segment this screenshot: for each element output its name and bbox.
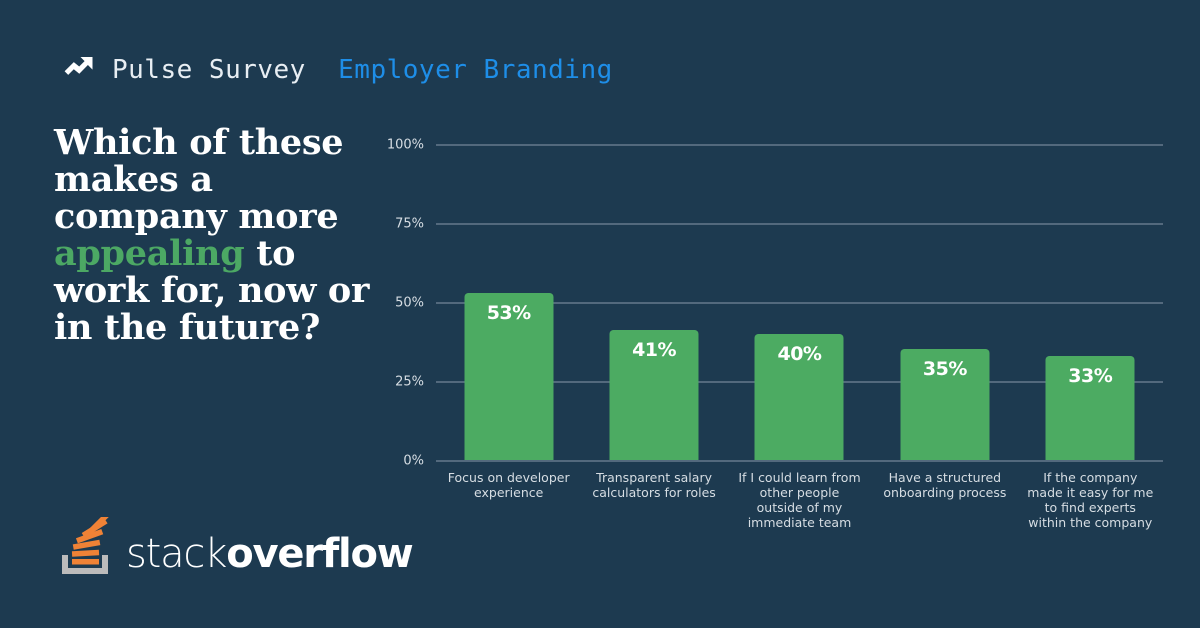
headline-highlight: appealing <box>54 233 245 274</box>
bar-chart: 100% 75% 50% 25% 0% 53% Focus on develope… <box>384 130 1174 550</box>
headline: Which of these makes a company more appe… <box>54 124 384 346</box>
y-axis-tick-25: 25% <box>395 374 424 390</box>
header-title-accent: Employer Branding <box>338 55 613 85</box>
bar-slot: 33% If the company made it easy for me to… <box>1018 144 1163 530</box>
x-axis-category-label: If the company made it easy for me to fi… <box>1027 470 1154 530</box>
bar-slot: 53% Focus on developer experience <box>436 144 581 500</box>
x-axis-category-label: Have a structured onboarding process <box>883 470 1007 500</box>
stack-overflow-logo: stackoverflow <box>58 515 414 577</box>
header-title: Pulse Survey Employer Branding <box>112 55 613 85</box>
stack-overflow-logo-mark <box>62 517 113 574</box>
plot-area: 100% 75% 50% 25% 0% 53% Focus on develope… <box>387 138 1163 530</box>
y-axis-tick-0: 0% <box>403 453 424 469</box>
bar[interactable]: 53% <box>464 292 554 460</box>
bar-slot: 40% If I could learn from other people ou… <box>727 144 872 530</box>
y-axis-tick-100: 100% <box>386 137 424 153</box>
bar-slot: 35% Have a structured onboarding process <box>872 144 1017 500</box>
y-axis-tick-50: 50% <box>395 295 424 311</box>
x-axis-category-label: Transparent salary calculators for roles <box>592 470 716 500</box>
bar-slot: 41% Transparent salary calculators for ro… <box>581 144 726 500</box>
bar[interactable]: 35% <box>900 349 990 460</box>
trending-up-icon <box>64 57 93 75</box>
bar[interactable]: 33% <box>1045 355 1135 460</box>
logo-text-stack: stack <box>126 531 227 577</box>
bar-value-label: 33% <box>1068 364 1113 387</box>
bar-value-label: 40% <box>777 342 822 365</box>
y-axis-tick-75: 75% <box>395 216 424 232</box>
bar-value-label: 53% <box>486 301 531 324</box>
header: Pulse Survey Employer Branding <box>62 50 613 90</box>
bar[interactable]: 40% <box>754 333 844 460</box>
stack-overflow-logo-text: stackoverflow <box>126 531 414 577</box>
gridline-0: 0% <box>403 454 1163 469</box>
header-title-main: Pulse Survey <box>112 55 306 85</box>
bars-container: 53% Focus on developer experience 41% Trans… <box>436 144 1163 530</box>
bar-value-label: 41% <box>632 339 677 362</box>
headline-part-1: Which of these makes a company more <box>54 122 344 237</box>
x-axis-category-label: If I could learn from other people outsi… <box>738 470 861 530</box>
bar[interactable]: 41% <box>609 330 699 460</box>
bar-value-label: 35% <box>922 358 967 381</box>
x-axis-category-label: Focus on developer experience <box>447 470 570 500</box>
